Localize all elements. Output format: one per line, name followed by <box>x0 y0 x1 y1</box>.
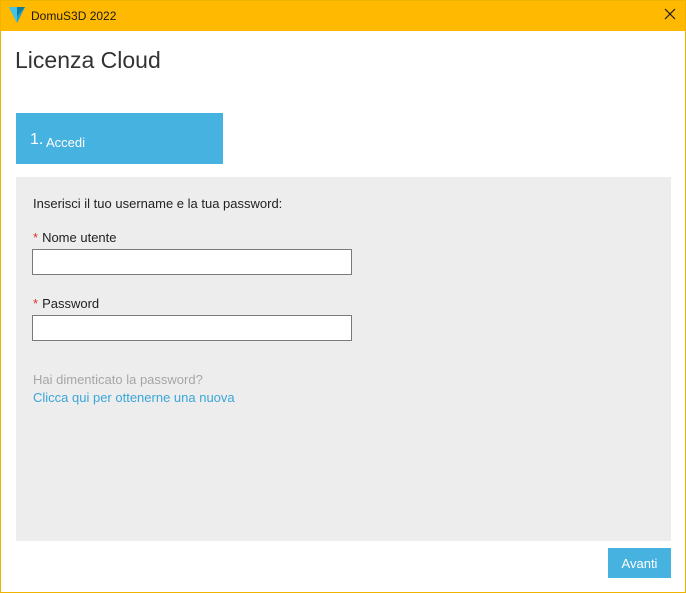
title-bar[interactable]: DomuS3D 2022 <box>1 1 685 31</box>
username-label-text: Nome utente <box>42 230 117 245</box>
required-marker: * <box>33 230 39 245</box>
window-title: DomuS3D 2022 <box>31 9 117 23</box>
password-label-text: Password <box>42 296 100 311</box>
password-label: * Password <box>33 296 99 311</box>
next-button[interactable]: Avanti <box>608 548 671 578</box>
login-panel: Inserisci il tuo username e la tua passw… <box>16 177 671 541</box>
step-label: Accedi <box>46 135 86 150</box>
instructions-text: Inserisci il tuo username e la tua passw… <box>33 196 283 211</box>
username-input[interactable] <box>32 249 352 275</box>
forgot-password-link[interactable]: Clicca qui per ottenerne una nuova <box>33 390 235 405</box>
username-label: * Nome utente <box>33 230 117 245</box>
step-tab-accedi: 1. Accedi <box>16 113 223 164</box>
step-number: 1. <box>30 131 44 148</box>
dialog-window: DomuS3D 2022 Licenza Cloud 1. Accedi Ins… <box>0 0 686 593</box>
forgot-password-text: Hai dimenticato la password? <box>33 372 203 387</box>
required-marker: * <box>33 296 39 311</box>
close-icon <box>664 7 676 25</box>
password-input[interactable] <box>32 315 352 341</box>
domus3d-logo-icon <box>9 7 25 23</box>
page-title: Licenza Cloud <box>15 47 161 73</box>
close-button[interactable] <box>655 1 685 31</box>
